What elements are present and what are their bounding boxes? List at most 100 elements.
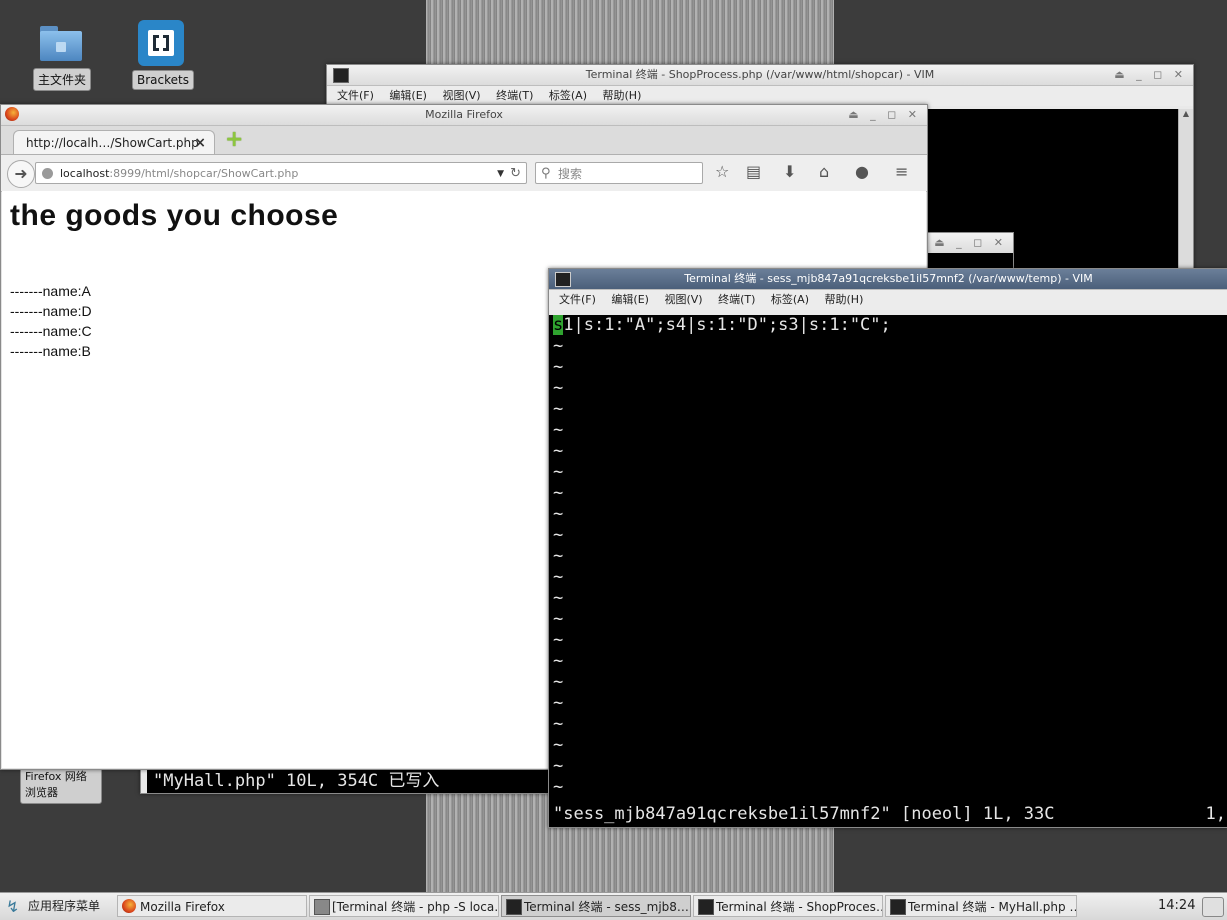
firefox-icon bbox=[122, 899, 136, 913]
window-titlebar[interactable]: Mozilla Firefox ⏏ _ ◻ ✕ bbox=[1, 105, 927, 126]
menu-terminal[interactable]: 终端(T) bbox=[496, 89, 533, 102]
terminal-window-session[interactable]: Terminal 终端 - sess_mjb847a91qcreksbe1il5… bbox=[548, 268, 1227, 828]
window-controls[interactable]: ⏏ _ ◻ ✕ bbox=[848, 105, 921, 125]
cart-item: -------name:B bbox=[10, 343, 91, 359]
taskbar-item-label: Terminal 终端 - sess_mjb8… bbox=[524, 900, 689, 914]
menubar: 文件(F) 编辑(E) 视图(V) 终端(T) 标签(A) 帮助(H) bbox=[549, 290, 1227, 310]
vim-tilde-line: ~ bbox=[553, 525, 564, 545]
vim-tilde-line: ~ bbox=[553, 462, 564, 482]
terminal-content[interactable]: s1|s:1:"A";s4|s:1:"D";s3|s:1:"C"; ~ ~ ~ ~ ~ ~… bbox=[549, 315, 1227, 827]
vim-tilde-line: ~ bbox=[553, 336, 564, 356]
terminal-icon bbox=[890, 899, 906, 915]
vim-empty-lines: ~ ~ ~ ~ ~ ~ ~ ~ ~ ~ ~ ~ ~ ~ ~ ~ ~ ~ ~ ~ ~ ~ bbox=[553, 336, 1227, 798]
desktop-icon-label: Firefox 网络浏览器 bbox=[20, 766, 102, 804]
terminal-icon bbox=[506, 899, 522, 915]
taskbar-item-label: Mozilla Firefox bbox=[140, 900, 225, 914]
search-icon: ⚲ bbox=[541, 166, 551, 181]
vim-tilde-line: ~ bbox=[553, 546, 564, 566]
search-placeholder: 搜索 bbox=[558, 167, 583, 181]
folder-icon bbox=[40, 26, 82, 62]
search-input[interactable]: ⚲ 搜索 bbox=[535, 162, 703, 184]
chat-icon[interactable]: ● bbox=[855, 163, 869, 181]
firefox-icon bbox=[5, 107, 19, 121]
reload-icon[interactable]: ↻ bbox=[510, 163, 521, 185]
taskbar-item-firefox[interactable]: Mozilla Firefox bbox=[117, 895, 307, 917]
menu-edit[interactable]: 编辑(E) bbox=[389, 89, 427, 102]
url-path: :8999/html/shopcar/ShowCart.php bbox=[109, 167, 299, 180]
desktop-icon-firefox[interactable]: Firefox 网络浏览器 bbox=[20, 766, 104, 804]
menu-help[interactable]: 帮助(H) bbox=[825, 293, 864, 306]
vim-tilde-line: ~ bbox=[553, 504, 564, 524]
terminal-icon bbox=[314, 899, 330, 915]
vim-tilde-line: ~ bbox=[553, 693, 564, 713]
scroll-up-arrow-icon[interactable]: ▲ bbox=[1179, 109, 1193, 118]
vim-tilde-line: ~ bbox=[553, 378, 564, 398]
menu-tabs[interactable]: 标签(A) bbox=[771, 293, 809, 306]
menu-view[interactable]: 视图(V) bbox=[442, 89, 480, 102]
menu-terminal[interactable]: 终端(T) bbox=[718, 293, 755, 306]
tab-label: http://localh…/ShowCart.php bbox=[26, 136, 199, 150]
plus-icon: + bbox=[225, 127, 244, 152]
menu-edit[interactable]: 编辑(E) bbox=[611, 293, 649, 306]
start-menu-button[interactable]: ↯ 应用程序菜单 bbox=[4, 895, 100, 917]
back-arrow-icon: ➜ bbox=[14, 164, 28, 183]
taskbar-item-terminal-session[interactable]: Terminal 终端 - sess_mjb8… bbox=[501, 895, 691, 917]
tab-showcart[interactable]: http://localh…/ShowCart.php × bbox=[13, 130, 215, 154]
taskbar-item-terminal-myhall[interactable]: Terminal 终端 - MyHall.php … bbox=[885, 895, 1077, 917]
vim-cursor: s bbox=[553, 315, 564, 335]
back-button[interactable]: ➜ bbox=[7, 160, 35, 188]
dropdown-arrow-icon[interactable]: ▼ bbox=[497, 163, 504, 185]
terminal-icon bbox=[555, 272, 571, 287]
vim-cursor-position: 1, bbox=[1205, 804, 1226, 824]
terminal-icon bbox=[698, 899, 714, 915]
url-host: localhost bbox=[60, 167, 110, 180]
bookmark-star-icon[interactable]: ☆ bbox=[715, 163, 729, 181]
vim-tilde-line: ~ bbox=[553, 420, 564, 440]
menu-file[interactable]: 文件(F) bbox=[559, 293, 596, 306]
clock[interactable]: 14:24 bbox=[1158, 895, 1195, 917]
vim-tilde-line: ~ bbox=[553, 651, 564, 671]
vim-tilde-line: ~ bbox=[553, 714, 564, 734]
vim-tilde-line: ~ bbox=[553, 609, 564, 629]
menu-view[interactable]: 视图(V) bbox=[664, 293, 702, 306]
notification-icon[interactable] bbox=[1202, 897, 1224, 917]
menu-file[interactable]: 文件(F) bbox=[337, 89, 374, 102]
menu-help[interactable]: 帮助(H) bbox=[603, 89, 642, 102]
globe-icon bbox=[42, 168, 53, 179]
vim-tilde-line: ~ bbox=[553, 756, 564, 776]
taskbar-item-label: [Terminal 终端 - php -S loca… bbox=[332, 900, 499, 914]
menubar: 文件(F) 编辑(E) 视图(V) 终端(T) 标签(A) 帮助(H) bbox=[327, 86, 1193, 106]
new-tab-button[interactable]: + bbox=[225, 127, 245, 152]
vim-tilde-line: ~ bbox=[553, 567, 564, 587]
brackets-icon bbox=[138, 20, 184, 66]
vim-tilde-line: ~ bbox=[553, 630, 564, 650]
vim-line-text: 1|s:1:"A";s4|s:1:"D";s3|s:1:"C"; bbox=[563, 315, 891, 335]
taskbar-item-terminal-shopprocess[interactable]: Terminal 终端 - ShopProces… bbox=[693, 895, 883, 917]
taskbar-item-terminal-php[interactable]: [Terminal 终端 - php -S loca… bbox=[309, 895, 499, 917]
reading-list-icon[interactable]: ▤ bbox=[746, 163, 761, 181]
cart-item: -------name:C bbox=[10, 323, 92, 339]
taskbar-item-label: Terminal 终端 - MyHall.php … bbox=[908, 900, 1077, 914]
desktop-icon-brackets[interactable]: Brackets bbox=[132, 18, 194, 94]
home-icon[interactable]: ⌂ bbox=[819, 163, 829, 181]
vim-tilde-line: ~ bbox=[553, 735, 564, 755]
hamburger-menu-icon[interactable]: ≡ bbox=[895, 163, 908, 181]
window-title: Terminal 终端 - ShopProcess.php (/var/www/… bbox=[585, 68, 935, 81]
vim-tilde-line: ~ bbox=[553, 441, 564, 461]
window-controls[interactable]: ⏏ _ ◻ ✕ bbox=[1114, 65, 1187, 85]
window-titlebar[interactable]: Terminal 终端 - ShopProcess.php (/var/www/… bbox=[327, 65, 1193, 86]
close-tab-icon[interactable]: × bbox=[194, 131, 206, 155]
vim-tilde-line: ~ bbox=[553, 672, 564, 692]
menu-tabs[interactable]: 标签(A) bbox=[549, 89, 587, 102]
vim-tilde-line: ~ bbox=[553, 483, 564, 503]
vim-line-1: s1|s:1:"A";s4|s:1:"D";s3|s:1:"C"; bbox=[553, 315, 1227, 336]
desktop-icon-label: Brackets bbox=[132, 70, 194, 90]
start-menu-label: 应用程序菜单 bbox=[28, 899, 101, 913]
desktop-icon-home-folder[interactable]: 主文件夹 bbox=[32, 20, 94, 94]
window-titlebar[interactable]: Terminal 终端 - sess_mjb847a91qcreksbe1il5… bbox=[549, 269, 1227, 290]
download-icon[interactable]: ⬇ bbox=[783, 163, 796, 181]
url-bar[interactable]: localhost:8999/html/shopcar/ShowCart.php… bbox=[35, 162, 527, 184]
window-controls[interactable]: ⏏ _ ◻ ✕ bbox=[934, 233, 1007, 253]
wallpaper-stripes bbox=[426, 0, 834, 64]
terminal-icon bbox=[333, 68, 349, 83]
